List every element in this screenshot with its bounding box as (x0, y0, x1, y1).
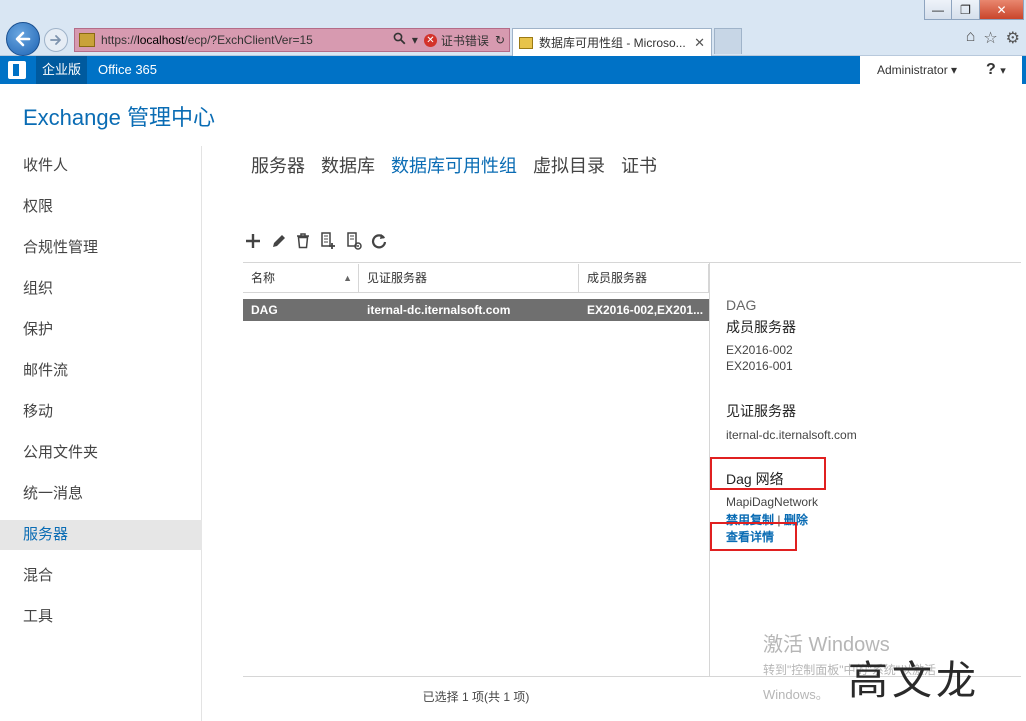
back-button[interactable] (6, 22, 40, 56)
tab-servers[interactable]: 服务器 (251, 152, 305, 178)
sidebar-item-permissions[interactable]: 权限 (0, 192, 202, 222)
row-name: DAG (251, 303, 278, 317)
signature-watermark: 高文龙 (848, 658, 980, 704)
delete-button[interactable] (293, 230, 313, 252)
tab-databases[interactable]: 数据库 (321, 152, 375, 178)
header-divider (243, 292, 709, 293)
user-menu[interactable]: Administrator ▾ (860, 56, 982, 84)
tab-dag[interactable]: 数据库可用性组 (391, 152, 517, 178)
highlight-box-view-details (710, 522, 797, 551)
configure-network-icon (347, 232, 362, 250)
enterprise-link[interactable]: 企业版 (36, 56, 88, 84)
browser-chrome: — ❐ ✕ https://localhost/ecp/?ExchClientV… (0, 0, 1026, 56)
sidebar-item-mail-flow[interactable]: 邮件流 (0, 356, 202, 386)
details-witness-heading: 见证服务器 (726, 403, 796, 419)
sidebar-item-organization[interactable]: 组织 (0, 274, 202, 304)
restore-button[interactable]: ❐ (952, 0, 980, 20)
edit-icon (273, 235, 285, 247)
cert-error-indicator[interactable]: ✕ 证书错误 (423, 32, 489, 49)
url-text[interactable]: https://localhost/ecp/?ExchClientVer=15 (101, 33, 387, 47)
settings-gear-icon[interactable]: ⚙ (1006, 28, 1020, 48)
home-icon[interactable]: ⌂ (966, 28, 976, 48)
add-icon (246, 234, 260, 248)
arrow-right-icon (50, 35, 61, 45)
highlight-box-network (710, 457, 826, 490)
forward-button[interactable] (44, 28, 68, 52)
details-witness-value: iternal-dc.iternalsoft.com (726, 428, 857, 442)
refresh-icon (371, 234, 387, 249)
add-button[interactable] (243, 230, 263, 252)
app-title: Exchange 管理中心 (23, 105, 215, 130)
user-name: Administrator (877, 63, 948, 77)
manage-members-icon (321, 232, 335, 249)
table-row[interactable]: DAG iternal-dc.iternalsoft.com EX2016-00… (243, 299, 709, 321)
help-icon: ? (986, 61, 996, 78)
manage-members-button[interactable] (318, 230, 338, 252)
column-header-witness[interactable]: 见证服务器 (359, 264, 579, 292)
details-member-item: EX2016-001 (726, 359, 793, 373)
office-logo-icon[interactable] (8, 61, 26, 79)
edit-button[interactable] (269, 230, 289, 252)
tab-certificates[interactable]: 证书 (621, 152, 657, 178)
address-bar[interactable]: https://localhost/ecp/?ExchClientVer=15 … (74, 28, 510, 52)
sidebar: 收件人 权限 合规性管理 组织 保护 邮件流 移动 公用文件夹 统一消息 服务器… (0, 146, 202, 721)
office365-link[interactable]: Office 365 (98, 56, 157, 84)
sidebar-item-compliance[interactable]: 合规性管理 (0, 233, 202, 263)
details-member-item: EX2016-002 (726, 343, 793, 357)
browser-tools: ⌂ ☆ ⚙ (966, 28, 1020, 48)
refresh-icon[interactable]: ↻ (495, 33, 505, 47)
sidebar-item-recipients[interactable]: 收件人 (0, 151, 202, 181)
chevron-down-icon[interactable]: ▾ (412, 33, 418, 47)
minimize-button[interactable]: — (924, 0, 952, 20)
tab-virtual-directories[interactable]: 虚拟目录 (533, 152, 605, 178)
refresh-button[interactable] (369, 230, 389, 252)
error-icon: ✕ (423, 33, 437, 47)
list-top-border (243, 262, 1021, 263)
office-bar: 企业版 Office 365 Administrator ▾ ? ▾ (0, 56, 1026, 84)
tab-title: 数据库可用性组 - Microso... (539, 36, 686, 50)
row-witness: iternal-dc.iternalsoft.com (367, 303, 511, 317)
sidebar-item-tools[interactable]: 工具 (0, 602, 202, 632)
sidebar-item-protection[interactable]: 保护 (0, 315, 202, 345)
search-icon[interactable] (393, 32, 406, 48)
column-header-members[interactable]: 成员服务器 (579, 264, 709, 292)
chevron-down-icon: ▾ (1000, 65, 1006, 77)
sidebar-item-unified-messaging[interactable]: 统一消息 (0, 479, 202, 509)
browser-tab[interactable]: 数据库可用性组 - Microso... ✕ (512, 28, 712, 56)
close-window-button[interactable]: ✕ (980, 0, 1024, 20)
close-tab-icon[interactable]: ✕ (694, 35, 705, 51)
details-title: DAG (726, 297, 757, 313)
details-members-heading: 成员服务器 (726, 319, 796, 335)
page-icon (79, 33, 95, 47)
column-header-name[interactable]: 名称 ▲ (243, 264, 359, 292)
arrow-left-icon (15, 31, 31, 47)
delete-icon (297, 233, 309, 249)
help-menu[interactable]: ? ▾ (982, 56, 1022, 84)
favorites-star-icon[interactable]: ☆ (983, 28, 997, 48)
row-members: EX2016-002,EX201... (587, 303, 704, 317)
sidebar-item-hybrid[interactable]: 混合 (0, 561, 202, 591)
sidebar-item-mobile[interactable]: 移动 (0, 397, 202, 427)
configure-network-button[interactable] (344, 230, 364, 252)
window-controls: — ❐ ✕ (924, 0, 1024, 20)
chevron-down-icon: ▾ (951, 63, 958, 77)
sort-ascending-icon: ▲ (343, 273, 352, 283)
cert-error-label: 证书错误 (440, 33, 489, 48)
details-network-name: MapiDagNetwork (726, 495, 819, 509)
envelope-icon (519, 36, 533, 49)
new-tab-button[interactable] (714, 28, 742, 54)
sidebar-item-servers[interactable]: 服务器 (0, 520, 202, 550)
sidebar-item-public-folders[interactable]: 公用文件夹 (0, 438, 202, 468)
selection-status: 已选择 1 项(共 1 项) (422, 690, 530, 704)
